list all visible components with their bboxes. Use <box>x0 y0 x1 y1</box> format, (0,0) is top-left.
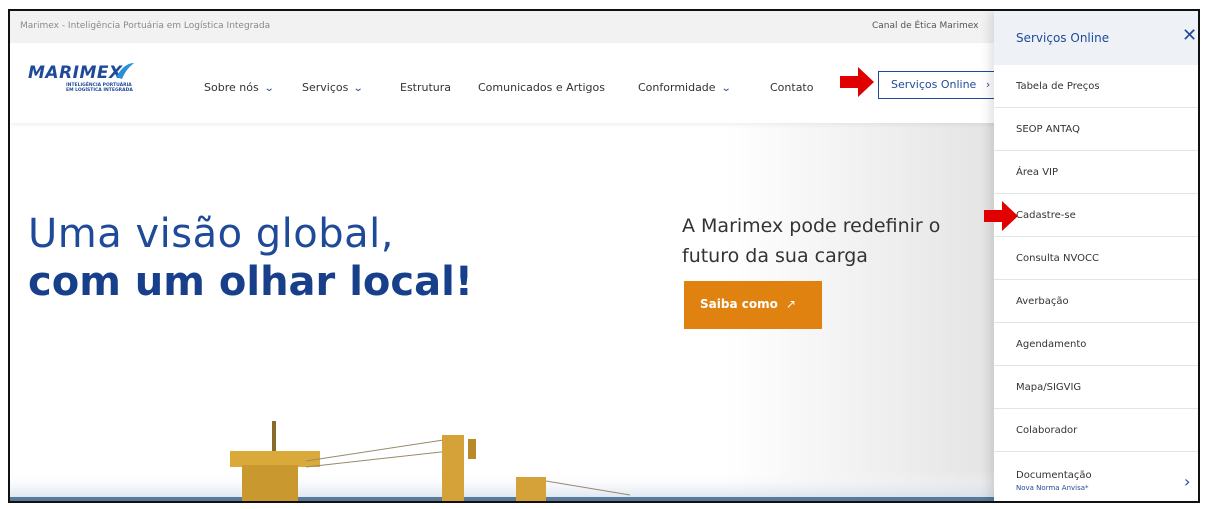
panel-item-colaborador[interactable]: Colaborador <box>994 409 1198 452</box>
red-arrow-annotation-icon <box>984 201 1018 231</box>
nav-label: Estrutura <box>400 81 452 94</box>
nav-label: Sobre nós <box>204 81 259 94</box>
close-icon[interactable]: ✕ <box>1182 25 1197 46</box>
chevron-right-icon[interactable]: › <box>1184 472 1190 491</box>
panel-item-label: Cadastre-se <box>1016 210 1076 221</box>
hero-lead: A Marimex pode redefinir o futuro da sua… <box>682 215 941 267</box>
panel-item-label: Mapa/SIGVIG <box>1016 382 1082 393</box>
panel-item-label: Agendamento <box>1016 339 1087 350</box>
panel-item-label: Tabela de Preços <box>1016 81 1100 92</box>
hero-headline-light: Uma visão global, <box>28 211 394 257</box>
hero-headline-bold: com um olhar local! <box>28 259 474 305</box>
panel-item-seop-antaq[interactable]: SEOP ANTAQ <box>994 108 1198 151</box>
nav-label: Contato <box>770 81 814 94</box>
arrow-up-right-icon: ↗ <box>785 297 796 311</box>
panel-item-label: Documentação <box>1016 470 1092 481</box>
logo-swoosh-icon <box>116 63 134 79</box>
marimex-logo[interactable]: MARIMEX INTELIGÊNCIA PORTUÁRIA EM LOGÍST… <box>28 63 134 93</box>
panel-item-cadastre-se[interactable]: Cadastre-se <box>994 194 1198 237</box>
nav-label: Serviços <box>302 81 349 94</box>
panel-item-agendamento[interactable]: Agendamento <box>994 323 1198 366</box>
chevron-down-icon: ⌄ <box>353 83 365 94</box>
saiba-como-button[interactable]: Saiba como ↗ <box>684 281 822 329</box>
chevron-down-icon: ⌄ <box>720 83 732 94</box>
nav-sobre-nos[interactable]: Sobre nós ⌄ <box>204 81 275 94</box>
panel-item-averbacao[interactable]: Averbação <box>994 280 1198 323</box>
logo-subtitle-2: EM LOGÍSTICA INTEGRADA <box>66 88 133 93</box>
panel-header: Serviços Online ✕ <box>994 11 1198 65</box>
servicos-online-panel: Serviços Online ✕ Tabela de Preços SEOP … <box>994 11 1198 501</box>
ethics-channel-link[interactable]: Canal de Ética Marimex <box>872 21 978 31</box>
panel-item-label: Consulta NVOCC <box>1016 253 1099 264</box>
nav-comunicados[interactable]: Comunicados e Artigos <box>478 81 605 94</box>
cta-label: Saiba como <box>700 297 778 311</box>
servicos-online-button[interactable]: Serviços Online › <box>878 71 998 99</box>
panel-item-area-vip[interactable]: Área VIP <box>994 151 1198 194</box>
panel-item-sublabel: Nova Norma Anvisa* <box>1016 484 1089 492</box>
nav-conformidade[interactable]: Conformidade ⌄ <box>638 81 732 94</box>
site-tagline: Marimex - Inteligência Portuária em Logí… <box>20 21 271 31</box>
nav-estrutura[interactable]: Estrutura <box>400 81 451 94</box>
panel-item-label: Área VIP <box>1016 167 1059 178</box>
panel-item-documentacao[interactable]: Documentação Nova Norma Anvisa* › <box>994 452 1198 501</box>
nav-contato[interactable]: Contato <box>770 81 813 94</box>
browser-viewport: Marimex - Inteligência Portuária em Logí… <box>8 9 1200 503</box>
chevron-down-icon: ⌄ <box>263 83 275 94</box>
panel-item-consulta-nvocc[interactable]: Consulta NVOCC <box>994 237 1198 280</box>
nav-servicos[interactable]: Serviços ⌄ <box>302 81 365 94</box>
panel-item-label: Colaborador <box>1016 425 1078 436</box>
nav-label: Comunicados e Artigos <box>478 81 605 94</box>
panel-item-mapa-sigvig[interactable]: Mapa/SIGVIG <box>994 366 1198 409</box>
panel-item-label: SEOP ANTAQ <box>1016 124 1080 135</box>
red-arrow-annotation-icon <box>840 67 874 97</box>
port-cranes-image <box>10 421 1000 501</box>
panel-title: Serviços Online <box>1016 31 1110 45</box>
panel-item-label: Averbação <box>1016 296 1069 307</box>
panel-item-tabela-de-precos[interactable]: Tabela de Preços <box>994 65 1198 108</box>
chevron-right-icon: › <box>985 78 991 91</box>
nav-label: Conformidade <box>638 81 716 94</box>
servicos-online-label: Serviços Online <box>891 78 977 91</box>
